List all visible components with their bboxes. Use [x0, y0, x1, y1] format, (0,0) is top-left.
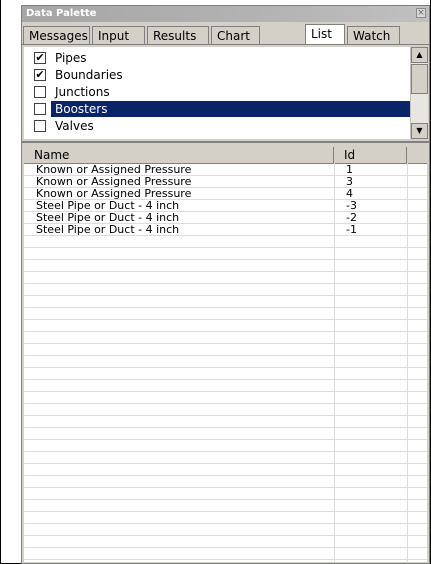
- pane-splitter[interactable]: [22, 141, 429, 143]
- results-table: Name Id Known or Assigned Pressure 1 Kno…: [24, 147, 427, 562]
- cell-id: -3: [346, 199, 357, 212]
- tab-results[interactable]: Results: [147, 26, 209, 44]
- checklist-item-boundaries[interactable]: ✔ Boundaries: [24, 67, 410, 83]
- empty-row: [24, 548, 427, 560]
- cell-id: 1: [346, 163, 353, 176]
- title-bar[interactable]: Data Palette ×: [22, 6, 429, 22]
- empty-row: [24, 464, 427, 476]
- empty-row: [24, 284, 427, 296]
- empty-row: [24, 428, 427, 440]
- cell-name: Steel Pipe or Duct - 4 inch: [36, 211, 180, 224]
- checklist-item-junctions[interactable]: Junctions: [24, 84, 410, 100]
- empty-row: [24, 488, 427, 500]
- checklist-item-boosters[interactable]: Boosters: [24, 101, 410, 117]
- empty-row: [24, 260, 427, 272]
- tab-messages[interactable]: Messages: [23, 26, 90, 44]
- tab-input[interactable]: Input: [92, 26, 145, 44]
- close-button[interactable]: ×: [416, 8, 426, 18]
- pipes-checkbox[interactable]: ✔: [34, 52, 46, 64]
- checklist-item-pipes[interactable]: ✔ Pipes: [24, 50, 410, 66]
- empty-row: [24, 524, 427, 536]
- empty-row: [24, 320, 427, 332]
- cell-name: Known or Assigned Pressure: [36, 175, 192, 188]
- element-type-list[interactable]: ✔ Pipes ✔ Boundaries Junctions Boosters …: [24, 47, 410, 139]
- cell-name: Steel Pipe or Duct - 4 inch: [36, 199, 180, 212]
- empty-row: [24, 512, 427, 524]
- empty-row: [24, 452, 427, 464]
- column-header-id[interactable]: Id: [334, 147, 407, 163]
- scroll-down-button[interactable]: ▼: [411, 123, 428, 139]
- cell-name: Known or Assigned Pressure: [36, 187, 192, 200]
- arrow-down-icon: ▼: [416, 126, 423, 135]
- cell-id: -2: [346, 211, 357, 224]
- data-palette-window: Data Palette × Messages Input Results Ch…: [21, 5, 430, 564]
- tab-chart[interactable]: Chart: [211, 26, 260, 44]
- empty-row: [24, 248, 427, 260]
- boundaries-checkbox[interactable]: ✔: [34, 69, 46, 81]
- checklist-item-label: Boosters: [55, 102, 108, 116]
- column-header-name[interactable]: Name: [24, 147, 334, 163]
- empty-row: [24, 272, 427, 284]
- window-title: Data Palette: [26, 8, 97, 19]
- empty-row: [24, 356, 427, 368]
- scroll-thumb[interactable]: [411, 64, 428, 94]
- empty-row: [24, 416, 427, 428]
- checklist-scrollbar[interactable]: ▲ ▼: [410, 47, 428, 139]
- checklist-item-valves[interactable]: Valves: [24, 118, 410, 134]
- table-row[interactable]: Steel Pipe or Duct - 4 inch -1: [24, 224, 427, 236]
- empty-row: [24, 392, 427, 404]
- empty-row: [24, 308, 427, 320]
- cell-id: 3: [346, 175, 353, 188]
- empty-row: [24, 296, 427, 308]
- junctions-checkbox[interactable]: [34, 86, 46, 98]
- boosters-checkbox[interactable]: [34, 103, 46, 115]
- tab-watch[interactable]: Watch: [347, 26, 400, 44]
- table-header: Name Id: [24, 147, 427, 164]
- empty-row: [24, 500, 427, 512]
- empty-row: [24, 332, 427, 344]
- checkmark-icon: ✔: [35, 68, 45, 81]
- checklist-item-label: Boundaries: [55, 68, 123, 82]
- empty-row: [24, 368, 427, 380]
- checklist-item-label: Valves: [55, 119, 94, 133]
- valves-checkbox[interactable]: [34, 120, 46, 132]
- empty-row: [24, 476, 427, 488]
- cell-id: -1: [346, 223, 357, 236]
- checklist-item-label: Pipes: [55, 51, 87, 65]
- empty-row: [24, 380, 427, 392]
- empty-row: [24, 236, 427, 248]
- tab-list[interactable]: List: [305, 24, 345, 45]
- cell-name: Known or Assigned Pressure: [36, 163, 192, 176]
- empty-row: [24, 344, 427, 356]
- tab-bar: Messages Input Results Chart List Watch: [22, 23, 429, 45]
- empty-row: [24, 404, 427, 416]
- checklist-item-label: Junctions: [55, 85, 110, 99]
- tab-underline: [22, 44, 429, 45]
- scroll-up-button[interactable]: ▲: [411, 47, 428, 63]
- cell-id: 4: [346, 187, 353, 200]
- cell-name: Steel Pipe or Duct - 4 inch: [36, 223, 180, 236]
- arrow-up-icon: ▲: [416, 50, 423, 59]
- empty-row: [24, 440, 427, 452]
- empty-row: [24, 536, 427, 548]
- close-icon: ×: [417, 8, 425, 18]
- checkmark-icon: ✔: [35, 51, 45, 64]
